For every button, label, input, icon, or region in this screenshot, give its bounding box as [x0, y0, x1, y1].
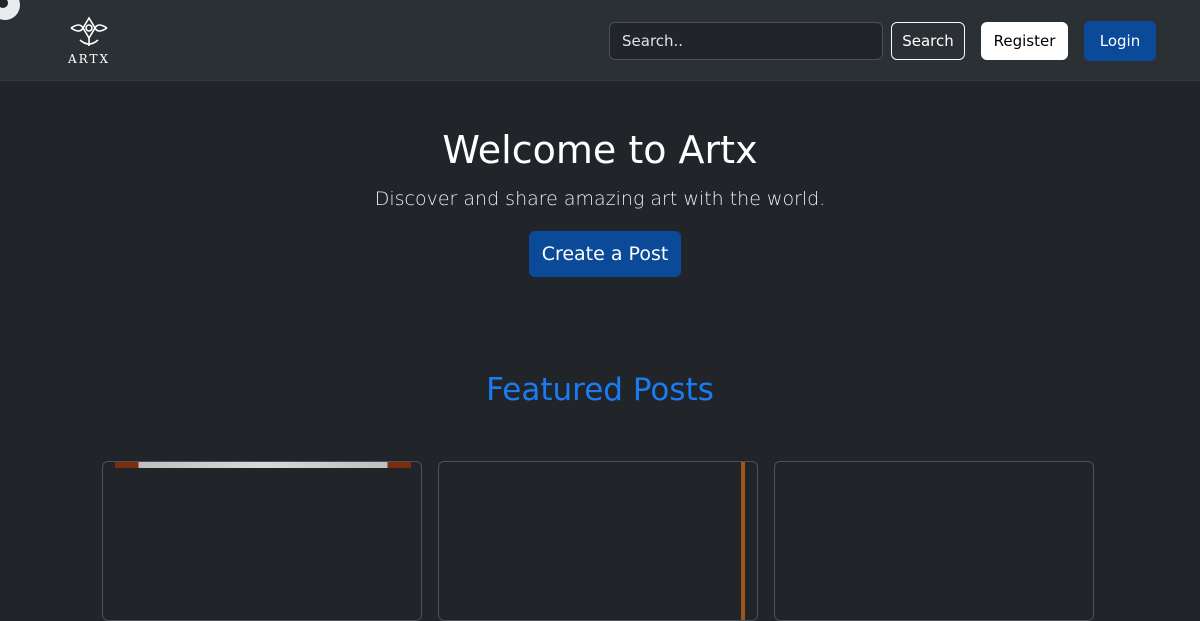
hero-title: Welcome to Artx: [442, 128, 758, 172]
featured-post-card[interactable]: [774, 461, 1094, 621]
navbar: ARTX Search Register Login: [0, 0, 1200, 81]
post-thumbnail: [115, 462, 411, 468]
register-button[interactable]: Register: [981, 22, 1068, 60]
featured-post-card[interactable]: [102, 461, 422, 621]
brand-logo[interactable]: ARTX: [64, 12, 114, 68]
create-post-button[interactable]: Create a Post: [529, 231, 681, 277]
login-button[interactable]: Login: [1084, 21, 1156, 61]
hero-subtitle: Discover and share amazing art with the …: [374, 188, 826, 210]
featured-posts-title: Featured Posts: [486, 372, 714, 408]
brand-name: ARTX: [67, 52, 111, 66]
search-button[interactable]: Search: [891, 22, 965, 60]
search-input[interactable]: [609, 22, 883, 60]
post-thumbnail: [741, 462, 745, 620]
logo-emblem-icon: [70, 16, 108, 46]
featured-post-card[interactable]: [438, 461, 758, 621]
